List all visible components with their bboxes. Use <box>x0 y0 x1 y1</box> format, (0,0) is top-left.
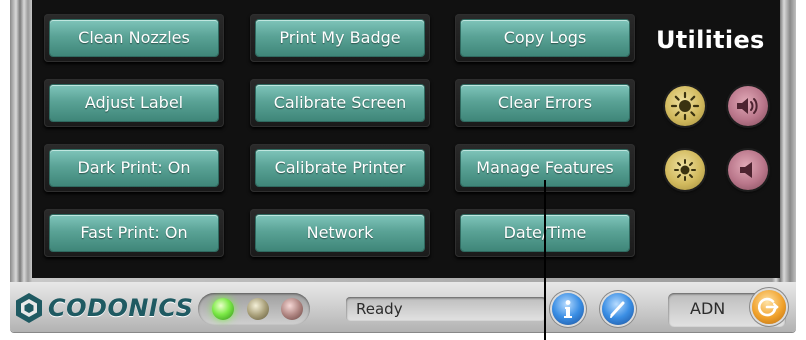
ready-led <box>212 298 234 320</box>
help-icon <box>610 301 625 318</box>
tile: Clear Errors <box>455 79 635 127</box>
codonics-logo-icon <box>16 293 42 323</box>
speaker-quiet-icon <box>740 162 752 178</box>
logout-icon <box>758 297 779 317</box>
info-button[interactable] <box>552 293 584 325</box>
volume-down-button[interactable] <box>728 150 768 190</box>
network-button[interactable]: Network <box>256 215 424 251</box>
current-user: ADN <box>690 299 726 318</box>
print-my-badge-button[interactable]: Print My Badge <box>256 20 424 56</box>
warning-led <box>247 298 269 320</box>
adjust-label-button[interactable]: Adjust Label <box>50 85 218 121</box>
clean-nozzles-button[interactable]: Clean Nozzles <box>50 20 218 56</box>
sun-small-icon <box>674 159 696 181</box>
help-button[interactable] <box>602 293 634 325</box>
brightness-down-button[interactable] <box>665 150 705 190</box>
calibrate-screen-button[interactable]: Calibrate Screen <box>256 85 424 121</box>
info-icon <box>564 300 572 318</box>
callout-line <box>544 180 546 340</box>
brand-logo: CODONICS <box>14 293 194 323</box>
fast-print-toggle-button[interactable]: Fast Print: On <box>50 215 218 251</box>
tile: Adjust Label <box>44 79 224 127</box>
tile: Clean Nozzles <box>44 14 224 62</box>
tile: Calibrate Screen <box>250 79 430 127</box>
tile: Copy Logs <box>455 14 635 62</box>
copy-logs-button[interactable]: Copy Logs <box>461 20 629 56</box>
status-text: Ready <box>346 297 546 321</box>
page-title: Utilities <box>656 26 765 54</box>
tile: Dark Print: On <box>44 144 224 192</box>
brightness-up-button[interactable] <box>665 86 705 126</box>
calibrate-printer-button[interactable]: Calibrate Printer <box>256 150 424 186</box>
speaker-loud-icon <box>737 98 758 114</box>
tile: Print My Badge <box>250 14 430 62</box>
tile: Fast Print: On <box>44 209 224 257</box>
tile: Network <box>250 209 430 257</box>
brand-name: CODONICS <box>48 294 194 322</box>
dark-print-toggle-button[interactable]: Dark Print: On <box>50 150 218 186</box>
volume-up-button[interactable] <box>728 86 768 126</box>
clear-errors-button[interactable]: Clear Errors <box>461 85 629 121</box>
tile: Calibrate Printer <box>250 144 430 192</box>
error-led <box>281 298 303 320</box>
sun-large-icon <box>670 91 700 121</box>
logout-button[interactable] <box>752 290 786 324</box>
